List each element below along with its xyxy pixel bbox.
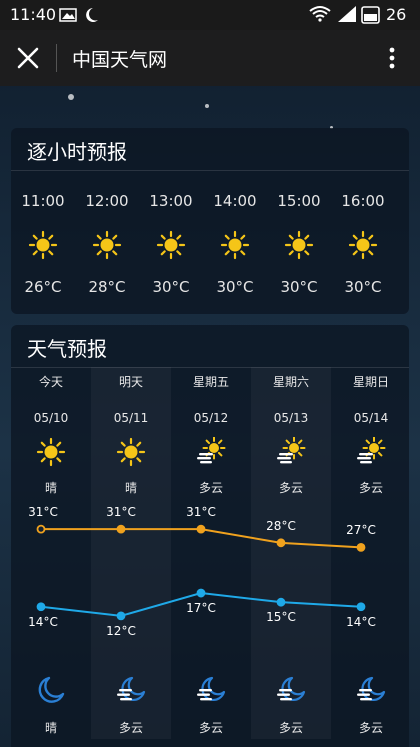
low-temp-label: 12°C — [106, 623, 136, 638]
hour-column: 11:00 26°C — [11, 128, 75, 314]
sun-icon — [220, 230, 250, 260]
high-temp-label: 31°C — [28, 505, 58, 520]
hour-temp: 30°C — [152, 278, 190, 296]
hour-column: 15:00 30°C — [267, 128, 331, 314]
sun-icon — [92, 230, 122, 260]
hour-time: 11:00 — [21, 192, 65, 210]
low-temp-point — [196, 588, 206, 598]
high-temp-point — [36, 524, 46, 534]
hour-temp: 30°C — [344, 278, 382, 296]
low-temp-point — [116, 611, 126, 621]
image-icon — [59, 8, 77, 22]
wifi-icon — [309, 6, 331, 22]
hour-time: 16:00 — [341, 192, 385, 210]
high-temp-point — [116, 524, 126, 534]
low-temp-label: 17°C — [186, 601, 216, 616]
star — [205, 104, 209, 108]
close-icon[interactable] — [14, 44, 42, 72]
star — [68, 94, 74, 100]
high-temp-label: 31°C — [186, 505, 216, 520]
high-temp-point — [356, 542, 366, 552]
status-bar: 11:40 26 — [0, 0, 420, 30]
low-temp-label: 14°C — [28, 614, 58, 629]
more-icon[interactable] — [384, 44, 400, 72]
high-temp-label: 27°C — [346, 523, 376, 538]
hour-temp: 30°C — [280, 278, 318, 296]
hour-time: 13:00 — [149, 192, 193, 210]
page-title: 中国天气网 — [72, 49, 168, 71]
low-temp-point — [36, 602, 46, 612]
signal-icon — [338, 6, 356, 22]
hour-column: 14:00 30°C — [203, 128, 267, 314]
daily-forecast-card: 天气预报 今天 05/10 晴晴明天 05/11 晴 多云 星期五 05/12 多云 多云星… — [11, 325, 409, 747]
hour-column: 13:00 30°C — [139, 128, 203, 314]
hourly-forecast-card: 逐小时预报 11:00 26°C 12:00 28°C 13:00 30°C 14:00 30… — [11, 128, 409, 314]
hour-time: 12:00 — [85, 192, 129, 210]
sun-icon — [156, 230, 186, 260]
sun-icon — [284, 230, 314, 260]
status-time: 11:40 — [10, 5, 57, 24]
high-temp-point — [196, 524, 206, 534]
high-temp-label: 28°C — [266, 518, 296, 533]
low-temp-label: 15°C — [266, 610, 296, 625]
high-temp-label: 31°C — [106, 505, 136, 520]
low-temp-point — [276, 597, 286, 607]
hour-column: 16:00 30°C — [331, 128, 395, 314]
title-divider — [56, 44, 57, 72]
hour-temp: 28°C — [88, 278, 126, 296]
low-temp-label: 14°C — [346, 614, 376, 629]
battery-level: 26 — [386, 5, 407, 24]
sun-icon — [348, 230, 378, 260]
high-temp-point — [276, 538, 286, 548]
hour-temp: 26°C — [24, 278, 62, 296]
hour-time: 14:00 — [213, 192, 257, 210]
hour-temp: 30°C — [216, 278, 254, 296]
battery-icon — [361, 6, 380, 24]
night-mode-icon — [86, 8, 98, 22]
low-temp-point — [356, 602, 366, 612]
title-bar: 中国天气网 — [0, 30, 420, 86]
sun-icon — [28, 230, 58, 260]
hour-column: 12:00 28°C — [75, 128, 139, 314]
hour-time: 15:00 — [277, 192, 321, 210]
